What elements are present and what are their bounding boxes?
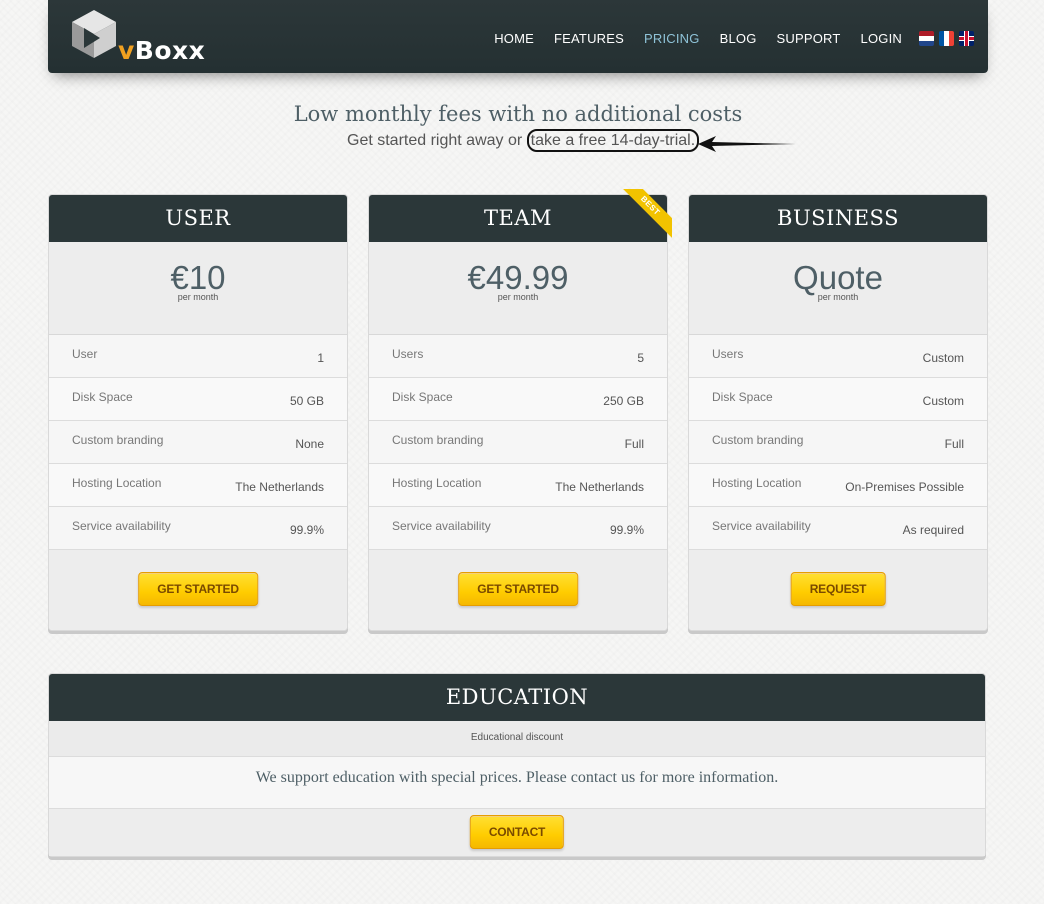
feature-label: Disk Space	[72, 390, 133, 404]
feature-value: Custom	[922, 351, 964, 365]
plan-card-business: BUSINESS Quote per month Users Custom Dis…	[688, 194, 988, 631]
free-trial-link[interactable]: take a free 14-day-trial.	[526, 129, 700, 152]
feature-value: Custom	[922, 394, 964, 408]
plan-price: €49.99	[467, 259, 569, 296]
feature-label: Service availability	[392, 519, 491, 533]
plan-name: USER	[49, 195, 347, 242]
feature-value: The Netherlands	[555, 480, 644, 494]
request-button[interactable]: REQUEST	[790, 572, 886, 606]
nav-support[interactable]: SUPPORT	[777, 31, 841, 46]
feature-row: Users 5	[369, 335, 667, 378]
plan-price: Quote	[793, 259, 883, 296]
plan-name-text: TEAM	[483, 206, 552, 230]
feature-value: As required	[902, 523, 964, 537]
site-header: vBoxx HOME FEATURES PRICING BLOG SUPPORT…	[48, 0, 988, 73]
price-period: per month	[497, 292, 539, 302]
logo-cube-icon	[72, 10, 116, 58]
feature-row: Custom branding None	[49, 421, 347, 464]
feature-row: Hosting Location On-Premises Possible	[689, 464, 987, 507]
arrow-left-icon	[698, 136, 796, 152]
feature-value: 99.9%	[289, 523, 324, 537]
feature-label: Service availability	[72, 519, 171, 533]
feature-row: Service availability 99.9%	[49, 507, 347, 550]
plan-name: TEAM BEST	[369, 189, 672, 242]
card-footer: REQUEST	[689, 550, 987, 630]
education-card: EDUCATION Educational discount We suppor…	[48, 673, 986, 857]
feature-row: Hosting Location The Netherlands	[369, 464, 667, 507]
feature-value: 50 GB	[289, 394, 324, 408]
feature-row: Hosting Location The Netherlands	[49, 464, 347, 507]
main-nav: HOME FEATURES PRICING BLOG SUPPORT LOGIN	[494, 31, 902, 46]
plan-price: €10	[170, 259, 226, 296]
feature-row: Disk Space 250 GB	[369, 378, 667, 421]
subtitle-prefix: Get started right away or	[347, 132, 527, 149]
price-period: per month	[177, 292, 219, 302]
nav-login[interactable]: LOGIN	[861, 31, 902, 46]
feature-value: Full	[944, 437, 964, 451]
feature-label: Custom branding	[392, 433, 484, 447]
card-footer: GET STARTED	[49, 550, 347, 630]
feature-row: Disk Space 50 GB	[49, 378, 347, 421]
feature-label: User	[72, 347, 98, 361]
feature-value: The Netherlands	[235, 480, 324, 494]
feature-row: Service availability As required	[689, 507, 987, 550]
nav-blog[interactable]: BLOG	[720, 31, 757, 46]
feature-label: Hosting Location	[712, 476, 802, 490]
education-subtitle: Educational discount	[49, 721, 985, 757]
feature-label: Service availability	[712, 519, 811, 533]
feature-value: 99.9%	[609, 523, 644, 537]
language-switcher	[919, 31, 974, 46]
plan-name: BUSINESS	[689, 195, 987, 242]
nav-home[interactable]: HOME	[494, 31, 534, 46]
feature-value: 5	[637, 351, 644, 365]
feature-value: 250 GB	[603, 394, 644, 408]
ribbon-label: BEST	[622, 189, 672, 239]
feature-label: Disk Space	[712, 390, 773, 404]
feature-label: Hosting Location	[72, 476, 162, 490]
education-title: EDUCATION	[49, 674, 985, 721]
feature-value: Full	[624, 437, 644, 451]
feature-row: Service availability 99.9%	[369, 507, 667, 550]
nav-features[interactable]: FEATURES	[554, 31, 624, 46]
feature-list: User 1 Disk Space 50 GB Custom branding Non…	[49, 335, 347, 550]
price-period: per month	[817, 292, 859, 302]
feature-label: Users	[712, 347, 744, 361]
best-ribbon: BEST	[622, 189, 672, 239]
uk-flag-icon[interactable]	[959, 31, 974, 46]
get-started-button[interactable]: GET STARTED	[138, 572, 258, 606]
contact-button[interactable]: CONTACT	[469, 815, 565, 849]
feature-list: Users 5 Disk Space 250 GB Custom branding F…	[369, 335, 667, 550]
feature-value: None	[295, 437, 324, 451]
plan-card-team: TEAM BEST €49.99 per month Users 5 Disk S…	[368, 189, 672, 631]
get-started-button[interactable]: GET STARTED	[458, 572, 578, 606]
feature-row: User 1	[49, 335, 347, 378]
price-box: Quote per month	[689, 242, 987, 335]
price-box: €10 per month	[49, 242, 347, 335]
fr-flag-icon[interactable]	[939, 31, 954, 46]
feature-list: Users Custom Disk Space Custom Custom bran…	[689, 335, 987, 550]
logo[interactable]: vBoxx	[70, 8, 205, 65]
feature-value: On-Premises Possible	[845, 480, 964, 494]
feature-row: Users Custom	[689, 335, 987, 378]
feature-row: Custom branding Full	[689, 421, 987, 464]
plan-card-user: USER €10 per month User 1 Disk Space 50 GB…	[48, 194, 348, 631]
feature-row: Disk Space Custom	[689, 378, 987, 421]
feature-label: Custom branding	[72, 433, 164, 447]
feature-value: 1	[317, 351, 324, 365]
education-text: We support education with special prices…	[49, 757, 985, 809]
card-footer: GET STARTED	[369, 550, 667, 630]
education-footer: CONTACT	[49, 809, 985, 856]
feature-label: Disk Space	[392, 390, 453, 404]
feature-label: Users	[392, 347, 424, 361]
price-box: €49.99 per month	[369, 242, 667, 335]
nl-flag-icon[interactable]	[919, 31, 934, 46]
feature-row: Custom branding Full	[369, 421, 667, 464]
feature-label: Custom branding	[712, 433, 804, 447]
nav-pricing[interactable]: PRICING	[644, 31, 700, 46]
logo-text: vBoxx	[118, 36, 206, 65]
feature-label: Hosting Location	[392, 476, 482, 490]
pricing-title: Low monthly fees with no additional cost…	[293, 102, 743, 126]
pricing-subtitle: Get started right away or take a free 14…	[347, 129, 700, 152]
